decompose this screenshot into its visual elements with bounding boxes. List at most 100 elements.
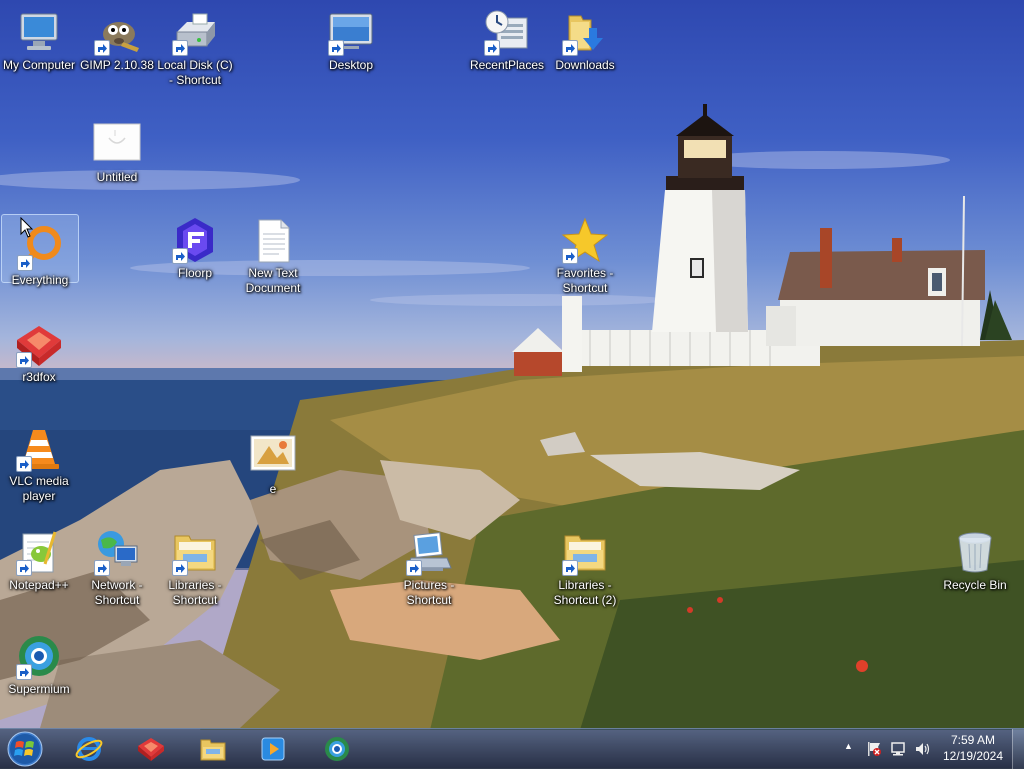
desktop-icon-label: GIMP 2.10.38 (80, 58, 154, 72)
shortcut-arrow-icon (562, 40, 578, 56)
r3dfox-browser-icon (15, 320, 63, 368)
desktop-icon-label: Favorites - Shortcut (556, 266, 614, 295)
show-hidden-icons-button[interactable]: ▲ (844, 741, 856, 755)
windows-orb-icon (7, 731, 43, 767)
volume-speaker-icon[interactable] (914, 741, 932, 757)
start-button[interactable] (5, 730, 45, 768)
shortcut-arrow-icon (172, 248, 188, 264)
desktop-icon-desktop[interactable]: Desktop (312, 0, 390, 73)
libraries-folder-icon (171, 528, 219, 576)
desktop-icon-my-computer[interactable]: My Computer (0, 0, 78, 73)
downloads-folder-icon (561, 8, 609, 56)
desktop-icon-label: Local Disk (C) - Shortcut (157, 58, 233, 87)
gimp-icon (93, 8, 141, 56)
desktop-icon-recent-places[interactable]: RecentPlaces (468, 0, 546, 73)
desktop-icon-label: My Computer (2, 58, 76, 72)
desktop-icon-new-text-document[interactable]: New Text Document (234, 208, 312, 296)
action-center-flag-icon[interactable] (866, 741, 882, 757)
shortcut-arrow-icon (94, 560, 110, 576)
libraries-folder-icon (561, 528, 609, 576)
taskbar-file-explorer[interactable] (186, 731, 240, 767)
shortcut-arrow-icon (172, 40, 188, 56)
text-document-icon (249, 216, 297, 264)
pictures-icon (405, 528, 453, 576)
desktop-icon-network[interactable]: Network - Shortcut (78, 520, 156, 608)
desktop-icon-recycle-bin[interactable]: Recycle Bin (936, 520, 1014, 593)
desktop-icon-local-disk[interactable]: Local Disk (C) - Shortcut (156, 0, 234, 88)
desktop-icon-untitled[interactable]: Untitled (78, 112, 156, 185)
r3dfox-browser-icon (138, 738, 164, 761)
desktop-icon-r3dfox[interactable]: r3dfox (0, 312, 78, 385)
desktop-icon-notepad-plus-plus[interactable]: Notepad++ (0, 520, 78, 593)
taskbar-r3dfox[interactable] (124, 731, 178, 767)
desktop-icon-label: Network - Shortcut (91, 578, 143, 607)
shortcut-arrow-icon (16, 664, 32, 680)
shortcut-arrow-icon (16, 456, 32, 472)
desktop-icon-label: Floorp (177, 266, 212, 280)
taskbar-media-player[interactable] (246, 731, 300, 767)
shortcut-arrow-icon (172, 560, 188, 576)
network-status-icon[interactable] (890, 741, 908, 757)
desktop-folder-icon (327, 8, 375, 56)
network-globe-icon (93, 528, 141, 576)
desktop-icon-label: Everything (11, 273, 69, 287)
shortcut-arrow-icon (17, 255, 33, 271)
supermium-browser-icon (15, 632, 63, 680)
media-player-icon (261, 737, 285, 761)
desktop-icon-pictures[interactable]: Pictures - Shortcut (390, 520, 468, 608)
shortcut-arrow-icon (16, 560, 32, 576)
desktop-icon-gimp[interactable]: GIMP 2.10.38 (78, 0, 156, 73)
desktop-icon-label: Libraries - Shortcut (2) (553, 578, 617, 607)
shortcut-arrow-icon (406, 560, 422, 576)
recent-places-icon (483, 8, 531, 56)
shortcut-arrow-icon (328, 40, 344, 56)
desktop-icon-label: r3dfox (22, 370, 56, 384)
taskbar: ▲ 7:59 AM 12/19/2024 (0, 728, 1024, 769)
system-clock[interactable]: 7:59 AM 12/19/2024 (936, 732, 1010, 764)
desktop-icon-floorp[interactable]: Floorp (156, 208, 234, 281)
shortcut-arrow-icon (484, 40, 500, 56)
desktop-icon-label: Downloads (555, 58, 615, 72)
desktop-icon-label: Pictures - Shortcut (403, 578, 455, 607)
mouse-cursor-icon (20, 217, 34, 238)
desktop-icon-label: VLC media player (9, 474, 69, 503)
internet-explorer-icon (75, 737, 103, 761)
desktop-icon-label: Supermium (8, 682, 70, 696)
paint-image-icon (93, 120, 141, 168)
file-explorer-icon (200, 739, 226, 761)
image-file-icon (249, 432, 297, 480)
desktop-icon-libraries[interactable]: Libraries - Shortcut (156, 520, 234, 608)
shortcut-arrow-icon (562, 248, 578, 264)
desktop-icon-label: RecentPlaces (469, 58, 545, 72)
desktop-icon-label: New Text Document (245, 266, 301, 295)
vlc-cone-icon (15, 424, 63, 472)
desktop-icon-supermium[interactable]: Supermium (0, 624, 78, 697)
desktop-icon-label: Desktop (328, 58, 374, 72)
desktop-icon-e[interactable]: e (234, 424, 312, 497)
shortcut-arrow-icon (16, 352, 32, 368)
show-desktop-button[interactable] (1012, 729, 1024, 769)
shortcut-arrow-icon (94, 40, 110, 56)
clock-time: 7:59 AM (950, 733, 996, 747)
notepad-plus-plus-icon (15, 528, 63, 576)
recycle-bin-icon (951, 528, 999, 576)
taskbar-internet-explorer[interactable] (62, 731, 116, 767)
desktop-icon-libraries-2[interactable]: Libraries - Shortcut (2) (546, 520, 624, 608)
desktop-icon-label: Untitled (96, 170, 138, 184)
shortcut-arrow-icon (562, 560, 578, 576)
desktop-icon-downloads[interactable]: Downloads (546, 0, 624, 73)
supermium-browser-icon (325, 737, 349, 761)
hard-drive-icon (171, 8, 219, 56)
desktop-icon-everything[interactable]: Everything (1, 214, 79, 287)
desktop-icon-label: Recycle Bin (943, 578, 1007, 592)
clock-date: 12/19/2024 (942, 749, 1004, 763)
taskbar-supermium[interactable] (310, 731, 364, 767)
desktop-icon-vlc[interactable]: VLC media player (0, 416, 78, 504)
desktop-icon-label: Libraries - Shortcut (168, 578, 222, 607)
computer-icon (15, 8, 63, 56)
floorp-browser-icon (171, 216, 219, 264)
favorites-star-icon (561, 216, 609, 264)
desktop-icon-favorites[interactable]: Favorites - Shortcut (546, 208, 624, 296)
desktop-icon-label: e (269, 482, 277, 496)
desktop-icon-label: Notepad++ (9, 578, 69, 592)
